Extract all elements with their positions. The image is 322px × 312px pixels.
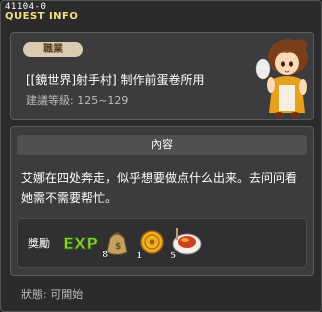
rewards-label: 獎勵 [28, 237, 50, 250]
svg-text:$: $ [115, 242, 121, 252]
quest-header-panel: 職業 [[鏡世界]射手村] 制作前蛋卷所用 建議等級: 125~129 [10, 32, 314, 120]
quest-content-panel: 內容 艾娜在四处奔走，似乎想要做点什么出来。去问问看她需不需要帮忙。 獎勵 EX… [10, 126, 314, 276]
recommended-level: 建議等級: 125~129 [26, 94, 129, 107]
npc-portrait-icon [255, 39, 308, 118]
gold-coin-icon[interactable]: 1 [136, 227, 166, 259]
svg-text:8: 8 [102, 250, 108, 258]
exp-icon: EXP [63, 234, 99, 254]
quest-status: 狀態: 可開始 [21, 288, 84, 301]
quest-name: [[鏡世界]射手村] 制作前蛋卷所用 [26, 73, 205, 87]
food-dish-icon[interactable]: 5 [170, 225, 202, 259]
content-section-title: 內容 [17, 135, 307, 155]
meso-bag-icon[interactable]: $ 8 [102, 226, 132, 258]
window-title: QUEST INFO [5, 11, 79, 22]
quest-description: 艾娜在四处奔走，似乎想要做点什么出来。去问问看她需不需要帮忙。 [21, 171, 298, 205]
quest-info-window: 41104-0 QUEST INFO 職業 [[鏡世界]射手村] 制作前蛋卷所用… [0, 0, 322, 312]
svg-text:EXP: EXP [63, 234, 98, 253]
job-badge: 職業 [23, 42, 83, 57]
svg-text:1: 1 [136, 251, 142, 259]
svg-text:5: 5 [170, 251, 176, 259]
rewards-box: 獎勵 EXP $ 8 1 5 [17, 218, 307, 268]
